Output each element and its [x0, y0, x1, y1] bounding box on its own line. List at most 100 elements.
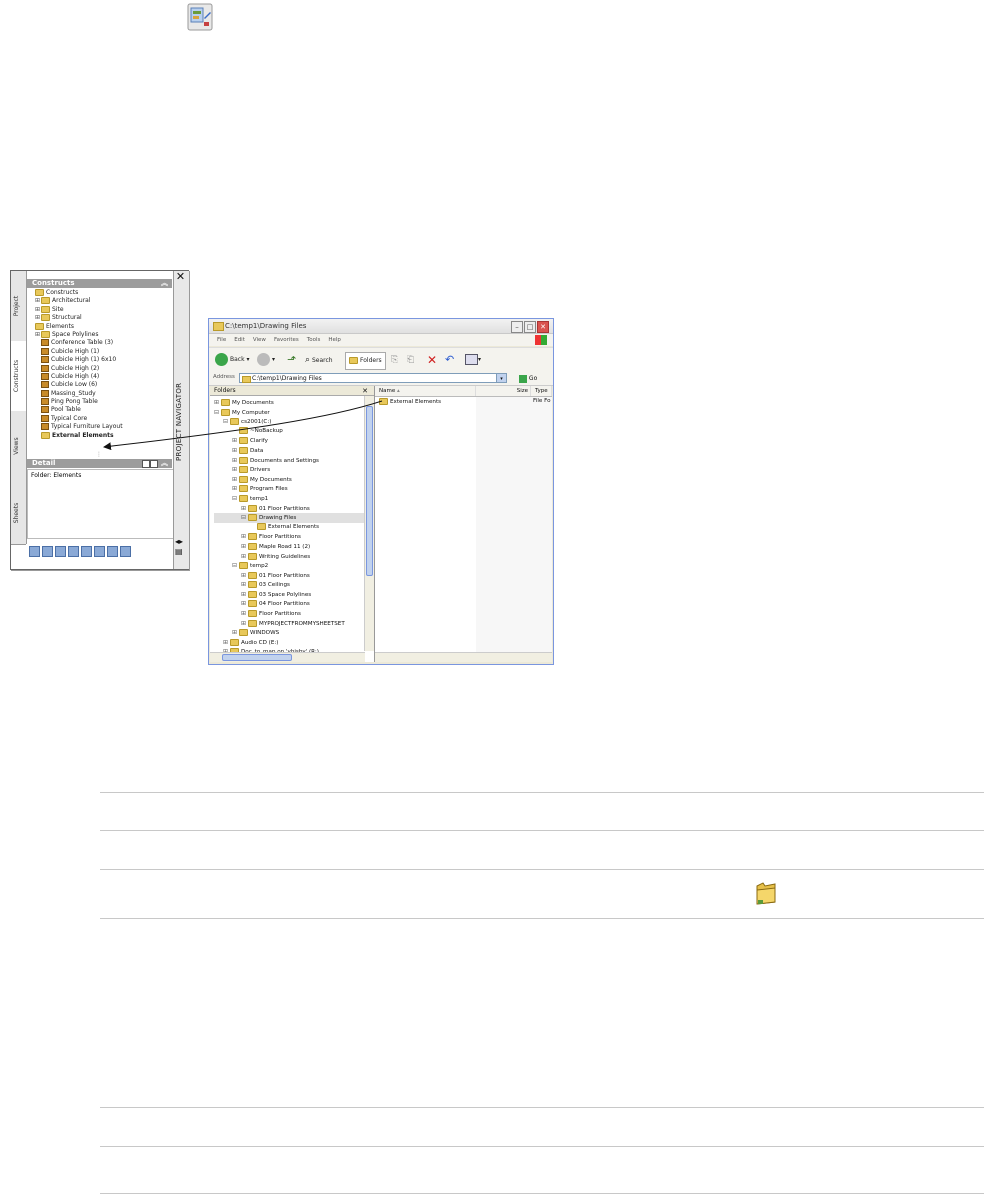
- folder-tree-item[interactable]: ⊞ 03 Space Polylines: [214, 590, 364, 600]
- tree-item[interactable]: External Elements: [29, 431, 171, 440]
- tree-item[interactable]: ⊞ Architectural: [29, 297, 171, 305]
- scroll-thumb[interactable]: [366, 406, 373, 576]
- folder-tree-item[interactable]: ⊟ temp1: [214, 494, 364, 504]
- folder-tree-item[interactable]: ⊟ My Computer: [214, 408, 364, 418]
- tree-item[interactable]: Cubicle High (1): [29, 347, 171, 356]
- expand-icon[interactable]: ⊞: [232, 475, 239, 485]
- menu-edit[interactable]: Edit: [234, 334, 245, 346]
- expand-icon[interactable]: ⊞: [241, 580, 248, 590]
- tree-item[interactable]: Massing_Study: [29, 389, 171, 398]
- publish-icon[interactable]: [120, 546, 131, 557]
- folder-tree-item[interactable]: ⊞ Data: [214, 446, 364, 456]
- palette-options[interactable]: ◂▸ ▤: [175, 537, 183, 557]
- collapse-icon[interactable]: ⊟: [232, 494, 239, 504]
- collapse-icon[interactable]: ⊟: [214, 408, 221, 418]
- tab-views[interactable]: Views: [11, 411, 26, 482]
- folder-tree-item[interactable]: External Elements: [214, 522, 364, 533]
- expand-icon[interactable]: ⊞: [232, 628, 239, 638]
- go-button[interactable]: Go: [519, 373, 537, 384]
- menu-tools[interactable]: Tools: [307, 334, 321, 346]
- maximize-button[interactable]: □: [524, 321, 536, 333]
- expand-icon[interactable]: ⊞: [232, 465, 239, 475]
- folder-tree-item[interactable]: ⊞ Clarify: [214, 436, 364, 446]
- file-row[interactable]: External Elements: [379, 398, 441, 405]
- move-to-icon[interactable]: ⎘: [391, 352, 398, 368]
- folder-tree-item[interactable]: ⊞ 01 Floor Partitions: [214, 571, 364, 581]
- explorer-titlebar[interactable]: C:\temp1\Drawing Files – □ ✕: [209, 319, 553, 334]
- delete-icon[interactable]: ✕: [427, 352, 437, 368]
- folder-tree-item[interactable]: ⊞ My Documents: [214, 398, 364, 408]
- folder-tree-item[interactable]: ⊞ Floor Partitions: [214, 532, 364, 542]
- close-button[interactable]: ✕: [537, 321, 549, 333]
- folder-tree-item[interactable]: ⊞ Floor Partitions: [214, 609, 364, 619]
- collapse-icon[interactable]: ⊟: [232, 561, 239, 571]
- collapse-icon[interactable]: ︽: [161, 279, 168, 288]
- menu-help[interactable]: Help: [328, 334, 341, 346]
- tree-item[interactable]: Typical Core: [29, 414, 171, 423]
- expand-icon[interactable]: ⊞: [241, 590, 248, 600]
- collapse-detail-icon[interactable]: ︽: [161, 459, 168, 468]
- menu-favorites[interactable]: Favorites: [274, 334, 299, 346]
- folder-tree-item[interactable]: ⊞ WINDOWS: [214, 628, 364, 638]
- folders-horizontal-scrollbar[interactable]: [210, 652, 365, 662]
- edit-icon[interactable]: [81, 546, 92, 557]
- expand-icon[interactable]: ⊞: [241, 571, 248, 581]
- forward-button[interactable]: ▾: [257, 352, 275, 368]
- expand-icon[interactable]: ⊞: [232, 484, 239, 494]
- expand-icon[interactable]: ⊞: [241, 619, 248, 629]
- tree-item[interactable]: Ping Pong Table: [29, 398, 171, 406]
- detail-section-header[interactable]: Detail ︽: [27, 459, 172, 468]
- folders-button[interactable]: Folders: [345, 352, 386, 370]
- folder-tree-item[interactable]: ⊟ Drawing Files: [214, 513, 364, 523]
- preview-view-icon[interactable]: [142, 460, 150, 468]
- expand-icon[interactable]: ⊞: [241, 504, 248, 514]
- splitter-handle[interactable]: ⋮: [96, 451, 102, 458]
- folders-close-icon[interactable]: ✕: [362, 386, 368, 396]
- tab-sheets[interactable]: Sheets: [11, 481, 26, 545]
- address-input[interactable]: C:\temp1\Drawing Files ▾: [239, 373, 507, 383]
- tree-item[interactable]: Typical Furniture Layout: [29, 423, 171, 431]
- minimize-button[interactable]: –: [511, 321, 523, 333]
- expand-icon[interactable]: ⊞: [232, 456, 239, 466]
- folder-tree-item[interactable]: ⊞ Writing Guidelines: [214, 552, 364, 562]
- close-icon[interactable]: ✕: [174, 271, 187, 283]
- folder-tree-item[interactable]: ⊞ Drivers: [214, 465, 364, 475]
- folder-tree-item[interactable]: ⊟ cs2001(C:): [214, 417, 364, 427]
- undo-icon[interactable]: ↶: [445, 352, 454, 368]
- tree-item[interactable]: Cubicle Low (6): [29, 381, 171, 389]
- tree-item[interactable]: Conference Table (3): [29, 339, 171, 347]
- column-type[interactable]: Type: [531, 386, 552, 396]
- expand-icon[interactable]: ⊞: [241, 552, 248, 562]
- project-navigator-tool-icon[interactable]: [178, 0, 224, 40]
- menu-view[interactable]: View: [253, 334, 266, 346]
- expand-icon[interactable]: ⊞: [241, 599, 248, 609]
- regenerate-icon[interactable]: [42, 546, 53, 557]
- folder-tree-item[interactable]: ⊞ My Documents: [214, 475, 364, 485]
- collapse-icon[interactable]: ⊟: [223, 417, 230, 427]
- detail-view-icon[interactable]: [150, 460, 158, 468]
- column-name[interactable]: Name ▴: [375, 386, 476, 396]
- folder-tree-item[interactable]: ⊞ 03 Ceilings: [214, 580, 364, 590]
- tree-item[interactable]: Pool Table: [29, 406, 171, 414]
- repath-icon[interactable]: [55, 546, 66, 557]
- tree-item[interactable]: ⊞ Space Polylines: [29, 330, 171, 339]
- tree-item[interactable]: ⊞ Structural: [29, 314, 171, 322]
- tree-item[interactable]: Cubicle High (4): [29, 372, 171, 381]
- expand-icon[interactable]: ⊞: [241, 542, 248, 552]
- menu-file[interactable]: File: [217, 334, 226, 346]
- properties-icon[interactable]: [107, 546, 118, 557]
- tree-item[interactable]: ⊞ Site: [29, 305, 171, 314]
- tab-project[interactable]: Project: [11, 271, 26, 342]
- expand-icon[interactable]: ⊞: [232, 446, 239, 456]
- hscroll-thumb[interactable]: [222, 654, 292, 661]
- sheet-icon[interactable]: [94, 546, 105, 557]
- expand-icon[interactable]: ⊞: [214, 398, 221, 408]
- expand-icon[interactable]: ⊞: [241, 609, 248, 619]
- folder-tree-item[interactable]: ⊟ temp2: [214, 561, 364, 571]
- up-folder-icon[interactable]: ⬏: [287, 352, 296, 368]
- folder-tree-item[interactable]: ⊞ MYPROJECTFROMMYSHEETSET: [214, 619, 364, 629]
- expand-icon[interactable]: ⊞: [223, 638, 230, 648]
- folder-tree-item[interactable]: ~NoBackup: [214, 426, 364, 437]
- folder-tree-item[interactable]: ⊞ Maple Road 11 (2): [214, 542, 364, 552]
- refresh-icon[interactable]: [29, 546, 40, 557]
